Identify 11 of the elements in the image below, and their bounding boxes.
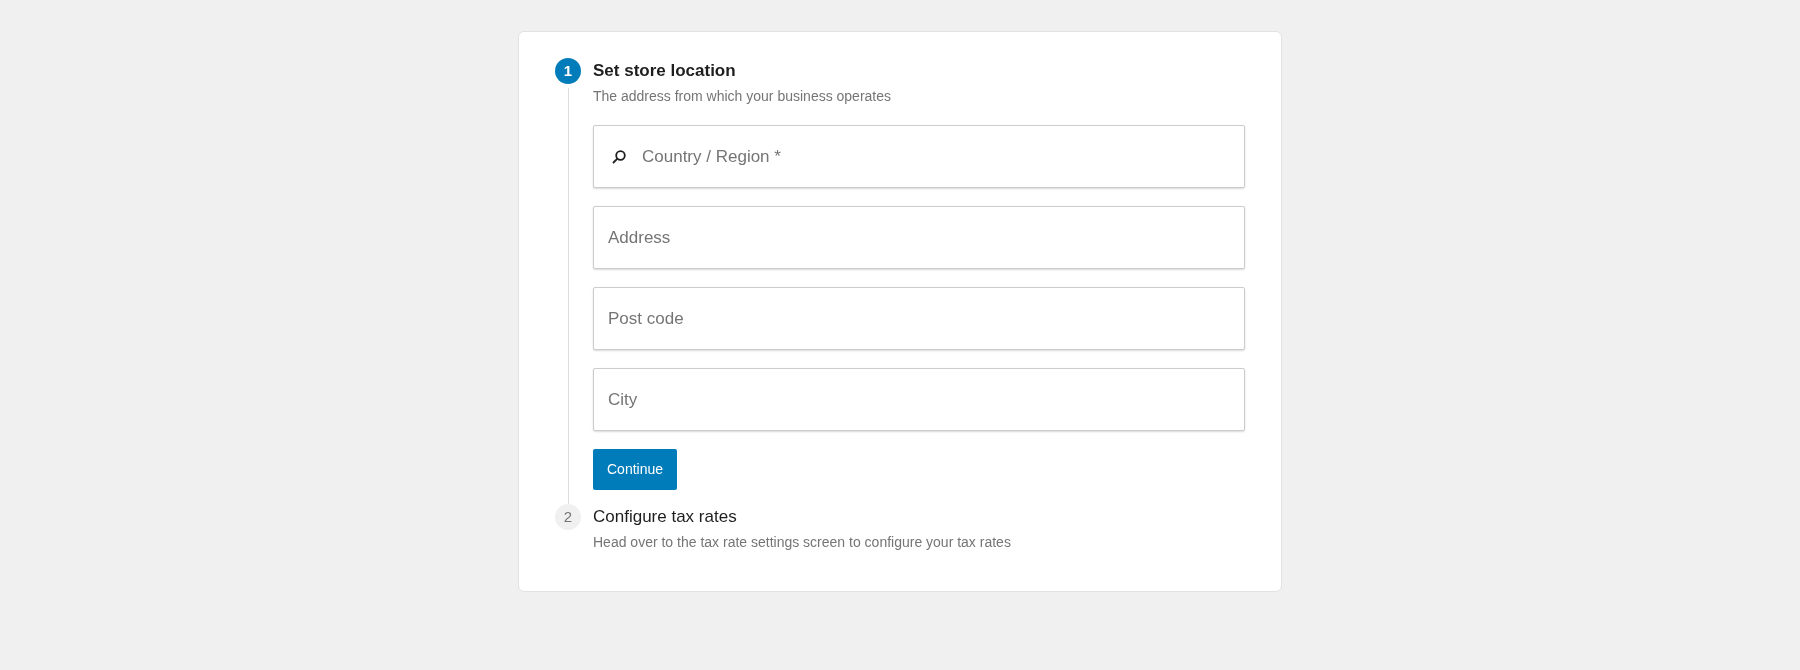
step-number: 2 bbox=[555, 504, 581, 530]
step-title: Configure tax rates bbox=[593, 506, 738, 528]
continue-button[interactable]: Continue bbox=[593, 449, 678, 490]
step-number: 1 bbox=[555, 58, 581, 84]
step-description: Head over to the tax rate settings screen to configure your tax rates bbox=[593, 533, 1012, 552]
step-title: Set store location bbox=[593, 60, 737, 82]
input-field[interactable]: Address bbox=[593, 206, 1245, 269]
step-description: The address from which your business operates bbox=[593, 87, 893, 106]
input-field[interactable]: City bbox=[593, 368, 1245, 431]
input-field[interactable]: Post code bbox=[593, 287, 1245, 350]
search-field[interactable]: Country / Region * bbox=[593, 125, 1245, 188]
